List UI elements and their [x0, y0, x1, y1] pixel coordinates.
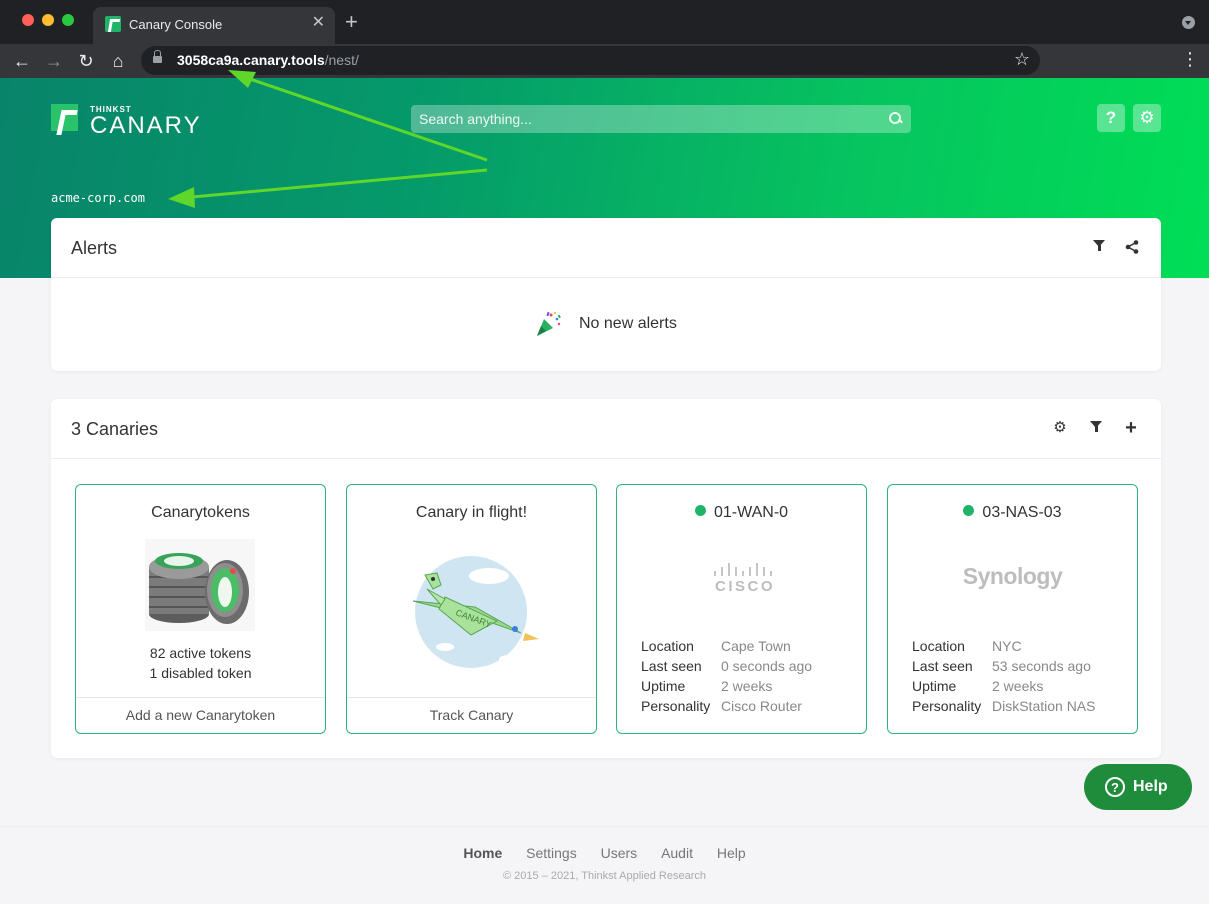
alerts-panel: Alerts No new alerts	[51, 218, 1161, 371]
device-info: Location Cape Town Last seen 0 seconds ago…	[641, 636, 812, 716]
info-personality: Personality DiskStation NAS	[912, 698, 1096, 714]
empty-alerts: No new alerts	[51, 278, 1161, 371]
canaries-title: 3 Canaries	[71, 419, 159, 439]
info-personality: Personality Cisco Router	[641, 698, 802, 714]
minimize-window-button[interactable]	[42, 14, 54, 26]
add-canarytoken-link[interactable]: Add a new Canarytoken	[76, 697, 325, 733]
device-title: 03-NAS-03	[888, 504, 1137, 522]
settings-gear-icon[interactable]: ⚙	[1133, 104, 1161, 132]
cisco-logo: CISCO	[712, 562, 776, 598]
info-last-seen: Last seen 0 seconds ago	[641, 658, 813, 674]
tab-title: Canary Console	[129, 17, 223, 32]
canarytokens-tile[interactable]: Canarytokens 82 active tokens 1 disabled…	[75, 484, 326, 734]
info-location: Location NYC	[912, 638, 1022, 654]
active-tokens-count: 82 active tokens	[149, 645, 252, 661]
url-host: 3058ca9a.canary.tools	[177, 52, 325, 68]
synology-logo: Synology	[962, 563, 1063, 589]
status-online-icon	[963, 505, 975, 516]
canary-logo[interactable]: THINKST CANARY	[51, 104, 231, 139]
status-online-icon	[694, 505, 706, 516]
info-uptime: Uptime 2 weeks	[641, 678, 773, 694]
browser-tab-strip: Canary Console ✕ +	[0, 0, 1209, 44]
cisco-wordmark: CISCO	[715, 578, 776, 595]
token-counts: 82 active tokens 1 disabled token	[76, 643, 325, 683]
home-icon[interactable]: ⌂	[105, 48, 131, 74]
url-path: /nest/	[324, 52, 359, 68]
alerts-title: Alerts	[71, 238, 118, 258]
canaries-panel: 3 Canaries ⚙ + Canarytokens 82 active to…	[51, 399, 1161, 758]
search-input[interactable]	[411, 105, 911, 133]
tab-close-icon[interactable]: ✕	[312, 14, 325, 32]
help-button[interactable]: ?	[1097, 104, 1125, 132]
footer-link-settings[interactable]: Settings	[526, 845, 577, 861]
party-popper-icon	[534, 310, 562, 338]
flock-domain: acme-corp.com	[51, 191, 145, 205]
search-box	[411, 105, 911, 133]
browser-toolbar: ← → ↻ ⌂ 3058ca9a.canary.tools/nest/ ☆ ⋮	[0, 44, 1209, 78]
canary-favicon-icon	[105, 16, 121, 32]
device-tile-01-wan-0[interactable]: 01-WAN-0 CISCO Location Cape Town Last se…	[616, 484, 867, 734]
device-title: 01-WAN-0	[617, 504, 866, 522]
footer-link-help[interactable]: Help	[717, 845, 746, 861]
footer-nav: Home Settings Users Audit Help	[0, 845, 1209, 861]
help-floating-button[interactable]: ? Help	[1084, 764, 1192, 810]
token-coins-icon	[145, 539, 255, 631]
tab-search-icon[interactable]	[1182, 16, 1195, 29]
forward-arrow-icon[interactable]: →	[41, 48, 67, 74]
address-bar[interactable]: 3058ca9a.canary.tools/nest/ ☆	[141, 46, 1040, 75]
add-icon[interactable]: +	[1121, 418, 1141, 438]
tile-title: Canarytokens	[151, 504, 250, 521]
filter-icon[interactable]	[1089, 237, 1109, 257]
tile-title: Canary in flight!	[415, 504, 528, 521]
disabled-tokens-count: 1 disabled token	[149, 665, 252, 681]
browser-menu-icon[interactable]: ⋮	[1181, 49, 1199, 69]
device-name: 01-WAN-0	[713, 504, 789, 521]
device-name: 03-NAS-03	[982, 504, 1062, 521]
close-window-button[interactable]	[22, 14, 34, 26]
back-arrow-icon[interactable]: ←	[9, 48, 35, 74]
info-location: Location Cape Town	[641, 638, 791, 654]
bookmark-star-icon[interactable]: ☆	[1014, 49, 1030, 70]
maximize-window-button[interactable]	[62, 14, 74, 26]
page-footer: Home Settings Users Audit Help © 2015 – …	[0, 826, 1209, 904]
browser-tab[interactable]: Canary Console ✕	[93, 7, 335, 44]
canary-in-flight-tile[interactable]: Canary in flight! CANARY Track Canary	[346, 484, 597, 734]
footer-link-users[interactable]: Users	[601, 845, 638, 861]
logo-title: CANARY	[90, 112, 202, 139]
gear-icon[interactable]: ⚙	[1050, 418, 1070, 438]
share-icon[interactable]	[1122, 237, 1142, 257]
info-last-seen: Last seen 53 seconds ago	[912, 658, 1091, 674]
cisco-bars-icon	[712, 562, 772, 576]
question-circle-icon: ?	[1105, 777, 1125, 797]
no-alerts-text: No new alerts	[579, 315, 677, 332]
device-info: Location NYC Last seen 53 seconds ago Upti…	[912, 636, 1095, 716]
canaries-header: 3 Canaries ⚙ +	[51, 399, 1161, 459]
search-icon[interactable]	[889, 112, 901, 124]
flying-canary-icon: CANARY	[412, 556, 539, 668]
footer-link-home[interactable]: Home	[463, 845, 502, 861]
help-fab-label: Help	[1133, 778, 1168, 795]
filter-icon[interactable]	[1086, 418, 1106, 438]
device-tile-03-nas-03[interactable]: 03-NAS-03 Synology Location NYC Last seen…	[887, 484, 1138, 734]
copyright: © 2015 – 2021, Thinkst Applied Research	[503, 870, 706, 882]
footer-link-audit[interactable]: Audit	[661, 845, 693, 861]
new-tab-button[interactable]: +	[345, 11, 358, 33]
url-text[interactable]: 3058ca9a.canary.tools/nest/	[177, 52, 359, 68]
info-uptime: Uptime 2 weeks	[912, 678, 1044, 694]
alerts-header: Alerts	[51, 218, 1161, 278]
track-canary-link[interactable]: Track Canary	[347, 697, 596, 733]
reload-icon[interactable]: ↻	[73, 48, 99, 74]
canary-logo-mark-icon	[51, 104, 78, 131]
lock-icon	[153, 50, 162, 65]
